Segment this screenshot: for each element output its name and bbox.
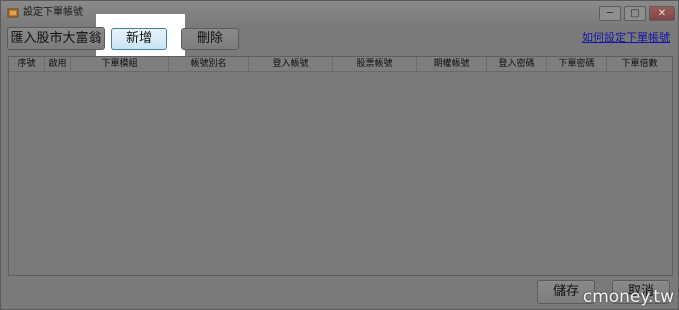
column-header[interactable]: 登入帳號 — [249, 57, 333, 71]
column-header[interactable]: 下單倍數 — [607, 57, 672, 71]
column-header[interactable]: 登入密碼 — [487, 57, 547, 71]
save-button-label: 儲存 — [552, 284, 579, 299]
help-link[interactable]: 如何設定下單帳號 — [582, 29, 670, 45]
close-icon: ✕ — [657, 8, 667, 19]
import-button-label: 匯入股市大富翁 — [10, 31, 102, 46]
window-title: 設定下單帳號 — [23, 7, 83, 18]
watermark: cmoney.tw — [582, 287, 674, 307]
app-icon — [7, 8, 19, 18]
footer-bar: 儲存 取消 — [1, 277, 678, 309]
close-button[interactable]: ✕ — [649, 6, 675, 21]
column-header[interactable]: 期權帳號 — [417, 57, 487, 71]
maximize-button[interactable]: □ — [624, 6, 646, 21]
import-button[interactable]: 匯入股市大富翁 — [7, 27, 105, 50]
column-header[interactable]: 下單模組 — [71, 57, 169, 71]
maximize-icon: □ — [630, 8, 640, 19]
column-header[interactable]: 啟用 — [45, 57, 71, 71]
table-header: 序號 啟用 下單模組 帳號別名 登入帳號 股票帳號 期權帳號 登入密碼 下單密碼… — [9, 57, 672, 72]
add-button-label: 新增 — [125, 31, 152, 46]
minimize-button[interactable]: ─ — [599, 6, 621, 21]
column-header[interactable]: 序號 — [9, 57, 45, 71]
column-header[interactable]: 股票帳號 — [333, 57, 417, 71]
minimize-icon: ─ — [606, 8, 614, 19]
column-header[interactable]: 下單密碼 — [547, 57, 607, 71]
account-table[interactable]: 序號 啟用 下單模組 帳號別名 登入帳號 股票帳號 期權帳號 登入密碼 下單密碼… — [8, 56, 673, 276]
delete-button[interactable]: 刪除 — [181, 28, 239, 50]
account-settings-window: 設定下單帳號 ─ □ ✕ 匯入股市大富翁 新增 刪除 如何設定下單帳號 序號 啟… — [0, 0, 679, 310]
add-button[interactable]: 新增 — [111, 28, 167, 50]
column-header[interactable]: 帳號別名 — [169, 57, 249, 71]
delete-button-label: 刪除 — [196, 31, 223, 46]
